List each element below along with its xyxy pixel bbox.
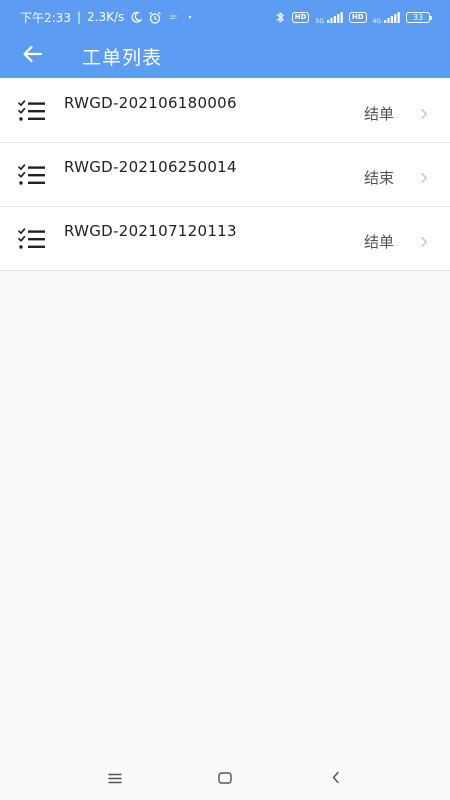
back-nav-button[interactable] [305,756,365,800]
work-order-id: RWGD-202106250014 [64,158,237,176]
status-time: 下午2:33 [20,10,71,25]
status-net-speed: 2.3K/s [87,10,125,24]
work-order-list: RWGD-202106180006 结单 RWGD-202106250014 结… [0,79,450,271]
work-order-id: RWGD-202106180006 [64,94,237,112]
home-square-icon [218,769,232,788]
network-type-label: 5G [315,18,324,25]
work-order-status: 结单 [363,233,394,251]
home-button[interactable] [195,756,255,800]
menu-button[interactable] [85,756,145,800]
checklist-icon [18,228,46,250]
work-order-status: 结束 [363,169,394,187]
moon-icon [130,11,143,23]
arrow-left-icon [22,45,43,67]
notification-icon [168,13,180,21]
status-right: HD 5G HD 4G 33 [274,9,432,25]
back-button[interactable] [0,34,64,78]
system-nav-bar [0,756,450,800]
chevron-right-icon [420,105,428,120]
hd-badge-2: HD [348,11,367,23]
work-order-item[interactable]: RWGD-202106180006 结单 [0,79,450,143]
alarm-clock-icon [148,11,162,24]
dot-icon [186,13,194,21]
work-order-id: RWGD-202107120113 [64,222,237,240]
checklist-icon [18,100,46,122]
checklist-icon [18,164,46,186]
status-left: 下午2:33 | 2.3K/s [20,9,194,26]
chevron-left-icon [331,769,340,788]
status-separator: | [76,10,81,24]
page-title: 工单列表 [82,46,163,69]
signal-icon [326,11,343,23]
signal-icon-2 [384,11,400,23]
status-bar: 下午2:33 | 2.3K/s HD 5G HD 4G 33 [0,0,450,34]
work-order-status: 结单 [363,105,394,123]
bluetooth-icon [274,11,286,24]
app-bar: 工单列表 [0,34,450,78]
work-order-item[interactable]: RWGD-202106250014 结束 [0,143,450,207]
battery-icon: 33 [406,11,432,23]
hd-badge: HD [291,11,310,23]
work-order-item[interactable]: RWGD-202107120113 结单 [0,207,450,271]
network-type-label-2: 4G [372,18,381,25]
menu-icon [108,769,122,788]
chevron-right-icon [420,169,428,184]
chevron-right-icon [420,233,428,248]
